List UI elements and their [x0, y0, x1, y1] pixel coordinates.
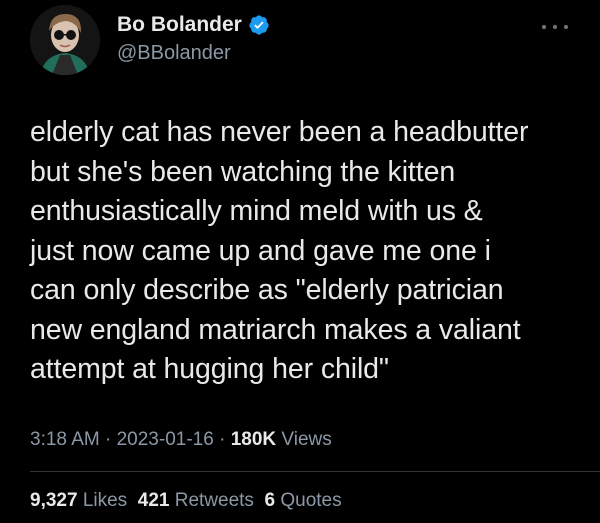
more-horizontal-icon: [542, 25, 546, 29]
avatar-photo-icon: [30, 5, 100, 75]
tweet-time[interactable]: 3:18 AM: [30, 429, 100, 450]
tweet-text-line: but she's been watching the kitten: [30, 155, 456, 188]
likes-label: Likes: [82, 490, 128, 511]
meta-separator: ·: [105, 429, 112, 450]
verified-badge-icon: [249, 15, 269, 35]
tweet-text-line: enthusiastically mind meld with us &: [30, 195, 483, 227]
tweet-text-line: elderly cat has never been a headbutter: [30, 116, 529, 148]
avatar[interactable]: [30, 5, 100, 75]
retweets-stat[interactable]: 421 Retweets: [138, 490, 254, 511]
more-horizontal-icon: [553, 25, 557, 29]
likes-count: 9,327: [30, 490, 78, 511]
tweet-text-line: attempt at hugging her child": [30, 353, 389, 385]
tweet-text-line: can only describe as "elderly patrician: [30, 274, 504, 306]
quotes-stat[interactable]: 6 Quotes: [265, 490, 342, 511]
tweet-text: elderly cat has never been a headbutter …: [30, 113, 585, 390]
meta-separator: ·: [219, 429, 226, 450]
retweets-count: 421: [137, 490, 170, 511]
views-count: 180K: [230, 429, 277, 450]
tweet-card: Bo Bolander @BBolander elderly cat has n…: [0, 0, 600, 523]
author-handle[interactable]: @BBolander: [117, 41, 231, 65]
tweet-meta: 3:18 AM · 2023-01-16 · 180K Views: [30, 428, 332, 452]
author-name-row[interactable]: Bo Bolander: [117, 13, 270, 37]
more-options-button[interactable]: [542, 20, 568, 34]
tweet-date[interactable]: 2023-01-16: [117, 429, 214, 450]
engagement-stats: 9,327 Likes 421 Retweets 6 Quotes: [30, 489, 342, 513]
quotes-count: 6: [264, 490, 276, 511]
display-name[interactable]: Bo Bolander: [117, 13, 242, 37]
views-label: Views: [281, 429, 332, 450]
likes-stat[interactable]: 9,327 Likes: [30, 490, 127, 511]
tweet-text-line: just now came up and gave me one i: [30, 234, 491, 267]
divider: [30, 471, 600, 472]
more-horizontal-icon: [564, 25, 568, 29]
quotes-label: Quotes: [280, 490, 342, 511]
retweets-label: Retweets: [174, 490, 254, 511]
tweet-text-line: new england matriarch makes a valiant: [30, 313, 521, 346]
